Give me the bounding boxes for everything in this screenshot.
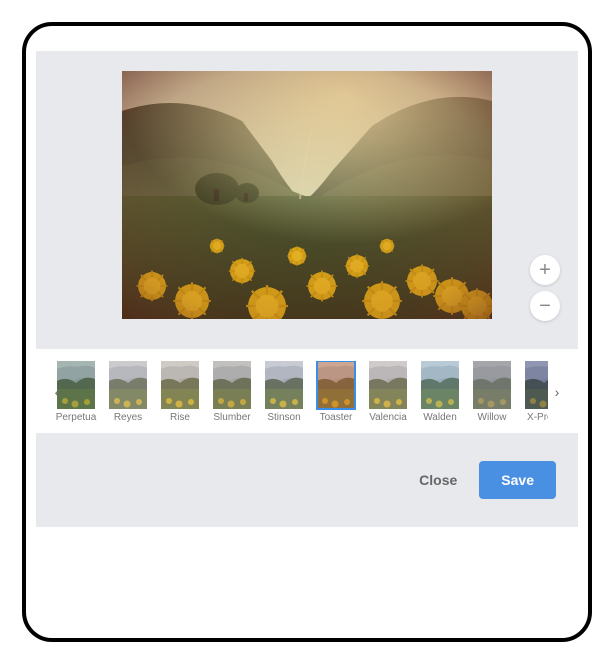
filter-item-willow[interactable]: Willow — [468, 361, 516, 423]
filter-item-x-pro-ii[interactable]: X-Pro II — [520, 361, 548, 423]
filter-item-perpetua[interactable]: Perpetua — [52, 361, 100, 423]
filter-item-toaster[interactable]: Toaster — [312, 361, 360, 423]
filter-thumbnail — [109, 361, 147, 409]
filter-thumbnail — [317, 361, 355, 409]
filter-list: Perpetua Reyes Rise Slumber Stinson Toaster Va… — [52, 361, 548, 423]
filter-item-walden[interactable]: Walden — [416, 361, 464, 423]
filter-label: Slumber — [208, 412, 256, 423]
filter-label: Willow — [468, 412, 516, 423]
close-button[interactable]: Close — [415, 462, 461, 498]
filter-item-rise[interactable]: Rise — [156, 361, 204, 423]
filter-item-reyes[interactable]: Reyes — [104, 361, 152, 423]
save-button[interactable]: Save — [479, 461, 556, 499]
filter-thumbnail — [473, 361, 511, 409]
filter-label: Walden — [416, 412, 464, 423]
filter-label: Stinson — [260, 412, 308, 423]
filter-thumbnail — [161, 361, 199, 409]
filter-thumbnail — [57, 361, 95, 409]
zoom-out-button[interactable]: − — [530, 291, 560, 321]
minus-icon: − — [539, 296, 551, 316]
dialog-footer: Close Save — [36, 433, 578, 527]
filter-label: Rise — [156, 412, 204, 423]
zoom-in-button[interactable]: + — [530, 255, 560, 285]
preview-area: + − — [36, 51, 578, 349]
filter-label: X-Pro II — [520, 412, 548, 423]
chevron-right-icon: › — [555, 384, 560, 400]
filter-item-slumber[interactable]: Slumber — [208, 361, 256, 423]
filter-item-valencia[interactable]: Valencia — [364, 361, 412, 423]
filter-thumbnail — [525, 361, 548, 409]
filter-thumbnail — [369, 361, 407, 409]
filter-strip: ‹ PerpetuaReyesRiseSlumberStinsonToaster… — [42, 349, 572, 433]
scroll-right-button[interactable]: › — [548, 367, 566, 417]
plus-icon: + — [539, 260, 551, 280]
filter-thumbnail — [421, 361, 459, 409]
filter-thumbnail — [213, 361, 251, 409]
filter-label: Toaster — [312, 412, 360, 423]
filter-label: Reyes — [104, 412, 152, 423]
editor-dialog: + − ‹ PerpetuaReyesRiseSlumberStinsonToa… — [22, 22, 592, 642]
filter-item-stinson[interactable]: Stinson — [260, 361, 308, 423]
zoom-controls: + − — [530, 255, 560, 321]
main-image-preview[interactable] — [122, 71, 492, 319]
filter-label: Valencia — [364, 412, 412, 423]
filter-thumbnail — [265, 361, 303, 409]
filter-label: Perpetua — [52, 412, 100, 423]
